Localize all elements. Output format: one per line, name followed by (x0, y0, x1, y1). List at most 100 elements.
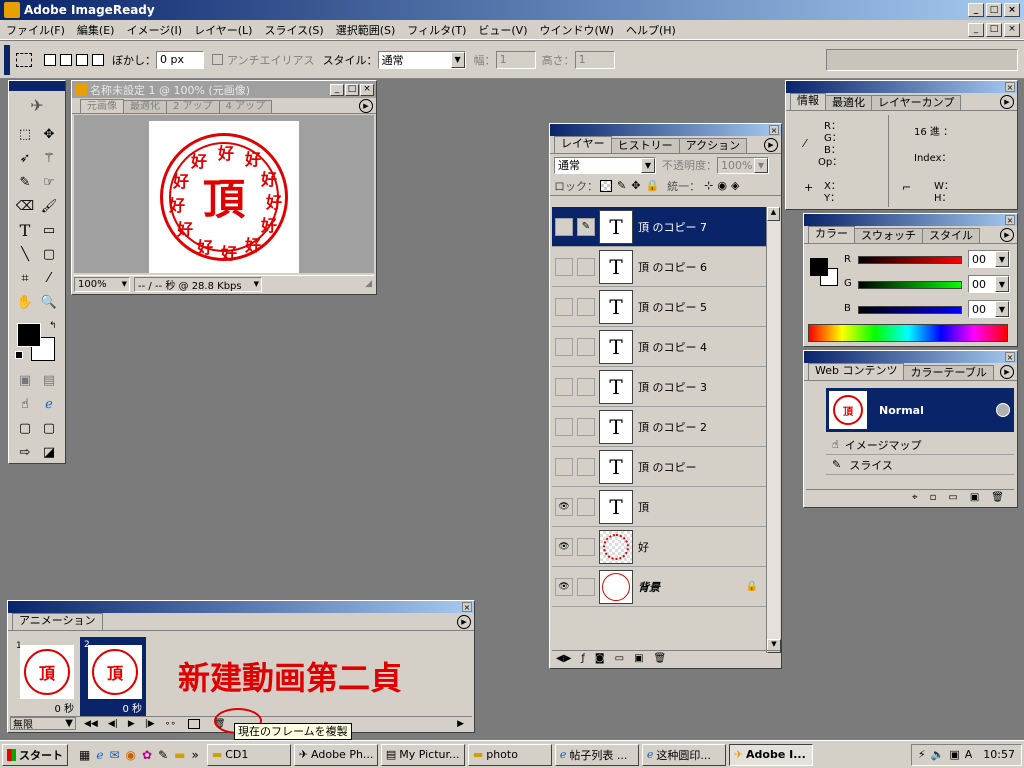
brush-link-icon[interactable] (577, 337, 595, 356)
palette-menu-button[interactable]: ▶ (1000, 228, 1014, 242)
loop-select[interactable]: 無限 ▼ (10, 717, 76, 731)
palette-well[interactable] (826, 48, 1018, 71)
browser-preview-icon[interactable]: ℯ (38, 393, 60, 415)
height-input[interactable]: 1 (574, 50, 615, 69)
web-new-rollover-icon[interactable]: ▣ (970, 492, 979, 503)
slice-select-icon[interactable]: ☞ (38, 171, 60, 193)
layer-row[interactable]: ✎ T 頂 のコピー 7 (552, 207, 766, 247)
canvas-area[interactable]: 頂 好 好 好 好 好 好 好 好 好 好 好 好 (74, 115, 374, 273)
jump-to-photoshop-icon[interactable]: ⇨ (14, 441, 36, 463)
color-fg-swatch[interactable] (810, 258, 828, 276)
task-cd1[interactable]: ▬ CD1 (206, 743, 291, 766)
first-frame-icon[interactable]: ◀◀ (84, 719, 98, 729)
marquee-tool-icon[interactable] (16, 52, 32, 67)
menu-file[interactable]: ファイル(F) (0, 22, 71, 38)
ir-logo[interactable]: ✈ (9, 91, 65, 119)
lasso-icon[interactable]: ➶ (14, 147, 36, 169)
tab-layer-comps[interactable]: レイヤーカンプ (871, 95, 962, 110)
brush-link-icon[interactable] (577, 497, 595, 516)
brush-link-icon[interactable] (577, 417, 595, 436)
shape-icon[interactable]: ▢ (38, 243, 60, 265)
speaker-icon[interactable]: 🔈 (931, 748, 945, 761)
slice-visibility-icon[interactable]: ▤ (38, 369, 60, 391)
visibility-toggle[interactable] (555, 337, 573, 356)
visibility-toggle[interactable] (555, 377, 573, 396)
lock-transparency-icon[interactable] (600, 179, 612, 192)
next-frame-icon[interactable]: |▶ (145, 719, 155, 729)
options-grip[interactable] (4, 44, 10, 75)
input-icon[interactable]: A (965, 748, 973, 761)
tab-optimized[interactable]: 最適化 (123, 100, 167, 113)
task-stamp[interactable]: ℯ 这种圆印... (641, 743, 726, 766)
foreground-color[interactable] (17, 323, 41, 347)
clock[interactable]: 10:57 (983, 748, 1015, 761)
toolbox-titlebar[interactable] (9, 81, 65, 91)
animation-frame[interactable]: 1 頂 0 秒 (14, 639, 74, 717)
start-button[interactable]: スタート (2, 743, 68, 766)
frame-delay[interactable]: 0 秒 (122, 700, 142, 715)
layer-row[interactable]: T 頂 のコピー 2 (552, 407, 766, 447)
animation-titlebar[interactable]: × (8, 601, 474, 613)
selection-mode-icons[interactable] (44, 53, 104, 66)
swap-colors-icon[interactable]: ↰ (49, 321, 57, 331)
add-mask-icon[interactable]: ◙ (595, 653, 605, 664)
line-icon[interactable]: ╲ (14, 243, 36, 265)
lock-paint-icon[interactable]: ✎ (617, 179, 626, 192)
rollover-preview-icon[interactable]: ☝ (14, 393, 36, 415)
lock-move-icon[interactable]: ✥ (631, 179, 640, 192)
tab-animation[interactable]: アニメーション (12, 613, 103, 630)
brush-link-icon[interactable] (577, 537, 595, 556)
quicklaunch-more-icon[interactable]: » (191, 748, 198, 762)
tab-history[interactable]: ヒストリー (610, 138, 680, 153)
layer-row[interactable]: 👁 T 頂 (552, 487, 766, 527)
tween-icon[interactable]: ∘∘ (165, 719, 176, 729)
default-colors-icon[interactable] (15, 351, 23, 359)
tab-optimize[interactable]: 最適化 (825, 95, 872, 110)
move-icon[interactable]: ✥ (38, 123, 60, 145)
blend-mode-select[interactable]: 通常 ▼ (554, 156, 656, 174)
tab-original[interactable]: 元画像 (80, 99, 124, 113)
eraser-icon[interactable]: ⌫ (14, 195, 36, 217)
screen-mode-icon[interactable]: ▢ (14, 417, 36, 439)
close-icon[interactable]: × (1005, 352, 1015, 362)
tab-2up[interactable]: 2 アップ (166, 100, 220, 113)
type-icon[interactable]: T (14, 219, 36, 241)
task-forum[interactable]: ℯ 帖子列表 ... (554, 743, 639, 766)
tab-swatches[interactable]: スウォッチ (854, 228, 923, 243)
feather-input[interactable]: 0 px (156, 50, 204, 69)
marquee-icon[interactable]: ⬚ (14, 123, 36, 145)
opacity-input[interactable]: 100% ▼ (717, 156, 769, 174)
blue-slider[interactable] (858, 306, 962, 314)
palette-menu-button[interactable]: ▶ (457, 615, 471, 629)
folder-icon[interactable]: ▬ (174, 748, 185, 762)
pen-icon[interactable]: ✎ (158, 748, 168, 762)
flower-icon[interactable]: ✿ (142, 748, 152, 762)
doc-minimize-button[interactable]: _ (968, 22, 984, 37)
layers-scrollbar[interactable]: ▲ ▼ (766, 207, 781, 653)
doc-window-close-button[interactable]: × (360, 83, 374, 96)
web-new-map-icon[interactable]: ▫ (930, 492, 937, 503)
maximize-button[interactable]: □ (986, 3, 1002, 17)
unify-position-icon[interactable]: ⊹ (704, 179, 713, 192)
doc-menu-button[interactable]: ▶ (359, 99, 373, 113)
visibility-toggle[interactable] (555, 257, 573, 276)
palette-menu-button[interactable]: ▶ (764, 138, 778, 152)
animation-frame-selected[interactable]: 2 頂 0 秒 (80, 637, 146, 717)
document-titlebar[interactable]: 名称未設定 1 @ 100% (元画像) _ □ × (72, 81, 376, 98)
ie-icon[interactable]: ℯ (96, 748, 103, 762)
web-normal-row[interactable]: 頂 Normal (826, 388, 1014, 432)
close-icon[interactable]: × (1005, 215, 1015, 225)
play-icon[interactable]: ▶ (128, 719, 135, 729)
palette-menu-button[interactable]: ▶ (1000, 365, 1014, 379)
layer-row[interactable]: T 頂 のコピー 6 (552, 247, 766, 287)
menu-help[interactable]: ヘルプ(H) (620, 22, 682, 38)
layer-row[interactable]: 👁 好 (552, 527, 766, 567)
layer-style-icon[interactable]: ƒ (581, 653, 585, 664)
menu-view[interactable]: ビュー(V) (472, 22, 533, 38)
visibility-toggle[interactable] (555, 217, 573, 236)
link-layers-icon[interactable]: ◀▶ (556, 653, 571, 664)
imagemap-row[interactable]: ☝ イメージマップ (826, 435, 1014, 455)
layers-titlebar[interactable]: × (550, 124, 781, 136)
visibility-toggle[interactable] (555, 417, 573, 436)
task-imageready[interactable]: ✈ Adobe I... (728, 743, 813, 766)
